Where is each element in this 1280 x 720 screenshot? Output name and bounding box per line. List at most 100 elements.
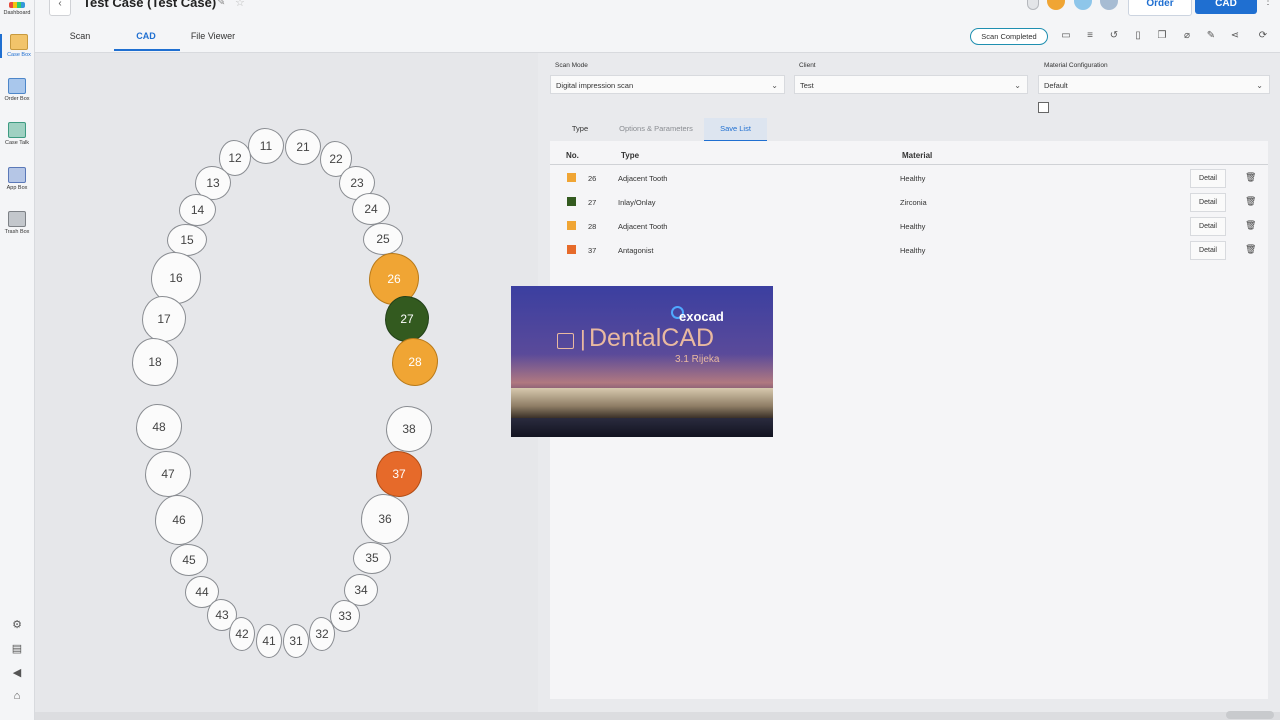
clipboard-icon[interactable]: ▭	[1059, 30, 1073, 41]
tooth-11[interactable]: 11	[248, 128, 284, 164]
cad-button[interactable]: CAD	[1195, 0, 1257, 14]
trash-box-icon	[8, 211, 26, 227]
scanner-icon[interactable]	[1027, 0, 1039, 10]
tooth-41[interactable]: 41	[256, 624, 282, 658]
book-icon[interactable]: ▤	[0, 642, 34, 655]
status-badge[interactable]: Scan Completed	[970, 28, 1048, 45]
sidebar-item-app-box[interactable]: App Box	[0, 167, 34, 191]
header-divider	[550, 164, 1268, 165]
detail-button[interactable]: Detail	[1190, 169, 1226, 188]
megaphone-icon[interactable]: ◀	[0, 666, 34, 679]
trash-icon[interactable]: 🗑	[1245, 244, 1256, 255]
dentalcad-logo-icon	[557, 333, 574, 349]
splash-version: 3.1 Rijeka	[675, 354, 720, 365]
tooth-36[interactable]: 36	[361, 494, 409, 544]
client-label: Client	[799, 62, 816, 69]
model-app-icon[interactable]	[1073, 0, 1092, 10]
column-header-type: Type	[621, 151, 640, 160]
tab-bar: Scan CAD File Viewer Scan Completed ▭ ≡ …	[35, 18, 1280, 53]
horizontal-scrollbar[interactable]	[35, 712, 1280, 720]
back-button[interactable]: ‹	[49, 0, 71, 16]
chevron-down-icon: ⌄	[1256, 81, 1263, 90]
material-config-value: Default	[1044, 81, 1068, 90]
more-icon[interactable]: ⋮	[1263, 0, 1273, 7]
tab-scan[interactable]: Scan	[65, 31, 95, 41]
tooth-47[interactable]: 47	[145, 451, 191, 497]
tooth-42[interactable]: 42	[229, 617, 255, 651]
pencil-icon[interactable]: ✎	[217, 0, 225, 8]
material-config-label: Material Configuration	[1044, 62, 1108, 69]
row-type: Inlay/Onlay	[618, 198, 656, 207]
color-swatch	[567, 245, 576, 254]
copy-icon[interactable]: ❐	[1155, 30, 1169, 41]
tooth-25[interactable]: 25	[363, 223, 403, 255]
tooth-45[interactable]: 45	[170, 544, 208, 576]
subtab-options-parameters[interactable]: Options & Parameters	[608, 118, 704, 140]
tooth-18[interactable]: 18	[132, 338, 178, 386]
row-type: Antagonist	[618, 246, 654, 255]
client-select[interactable]: Test ⌄	[794, 75, 1028, 94]
tooth-27[interactable]: 27	[385, 296, 429, 342]
tooth-28[interactable]: 28	[392, 338, 438, 386]
row-material: Healthy	[900, 246, 926, 255]
sidebar-item-order-box[interactable]: Order Box	[0, 78, 34, 102]
tooth-32[interactable]: 32	[309, 617, 335, 651]
trash-icon[interactable]: 🗑	[1245, 220, 1256, 231]
tooth-21[interactable]: 21	[285, 129, 321, 165]
tooth-31[interactable]: 31	[283, 624, 309, 658]
sidebar-item-case-box[interactable]: Case Box	[0, 34, 36, 58]
sidebar-item-trash-box[interactable]: Trash Box	[0, 211, 34, 235]
material-config-select[interactable]: Default ⌄	[1038, 75, 1270, 94]
chevron-left-icon: ‹	[58, 0, 62, 9]
detail-button[interactable]: Detail	[1190, 217, 1226, 236]
history-icon[interactable]: ↺	[1107, 30, 1121, 41]
tooth-17[interactable]: 17	[142, 296, 186, 342]
trash-icon[interactable]: 🗑	[1245, 196, 1256, 207]
table-row: 37 Antagonist Healthy Detail 🗑	[550, 238, 1268, 262]
tooth-38[interactable]: 38	[386, 406, 432, 452]
viewer-app-icon[interactable]	[1100, 0, 1119, 10]
detail-button[interactable]: Detail	[1190, 193, 1226, 212]
scrollbar-thumb[interactable]	[1226, 711, 1274, 719]
trash-icon[interactable]: 🗑	[1245, 172, 1256, 183]
tooth-37[interactable]: 37	[376, 451, 422, 497]
chevron-down-icon: ⌄	[771, 81, 778, 90]
detail-button[interactable]: Detail	[1190, 241, 1226, 260]
note-icon[interactable]: ≡	[1083, 30, 1097, 41]
crown-app-icon[interactable]	[1047, 0, 1066, 10]
scan-mode-label: Scan Mode	[555, 62, 588, 69]
trash-icon[interactable]: ▯	[1131, 30, 1145, 41]
attach-icon[interactable]: ⌀	[1180, 30, 1194, 41]
sidebar-item-dashboard[interactable]: Dashboard	[0, 0, 34, 16]
color-swatch	[567, 197, 576, 206]
logo-divider: |	[580, 326, 586, 351]
tooth-35[interactable]: 35	[353, 542, 391, 574]
home-icon[interactable]: ⌂	[0, 690, 34, 702]
tooth-33[interactable]: 33	[330, 600, 360, 632]
splash-brand: exocad	[679, 309, 724, 324]
share-icon[interactable]: ⋖	[1228, 30, 1242, 41]
tooth-24[interactable]: 24	[352, 193, 390, 225]
tooth-48[interactable]: 48	[136, 404, 182, 450]
order-button[interactable]: Order	[1128, 0, 1192, 16]
subtab-save-list[interactable]: Save List	[704, 118, 767, 142]
color-swatch	[567, 173, 576, 182]
column-header-no: No.	[566, 151, 579, 160]
tab-cad[interactable]: CAD	[131, 31, 161, 41]
star-icon[interactable]: ☆	[235, 0, 245, 9]
table-row: 26 Adjacent Tooth Healthy Detail 🗑	[550, 166, 1268, 190]
page-title: Test Case (Test Case)	[83, 0, 217, 10]
sidebar-item-case-talk[interactable]: Case Talk	[0, 122, 34, 146]
scan-mode-select[interactable]: Digital impression scan ⌄	[550, 75, 785, 94]
subtab-type[interactable]: Type	[552, 118, 608, 140]
material-config-checkbox[interactable]	[1038, 102, 1049, 113]
gear-icon[interactable]: ⚙	[0, 618, 34, 631]
tooth-14[interactable]: 14	[179, 194, 216, 226]
edit-icon[interactable]: ✎	[1204, 30, 1218, 41]
tab-file-viewer[interactable]: File Viewer	[185, 31, 241, 41]
city-skyline-image	[511, 388, 773, 418]
tooth-46[interactable]: 46	[155, 495, 203, 545]
row-type: Adjacent Tooth	[618, 222, 668, 231]
scan-mode-value: Digital impression scan	[556, 81, 634, 90]
refresh-icon[interactable]: ⟳	[1256, 30, 1270, 41]
